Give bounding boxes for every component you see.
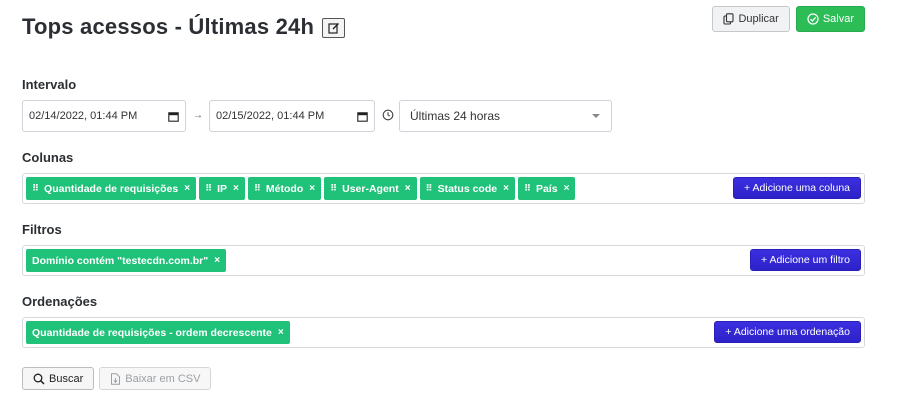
drag-handle-icon[interactable]: ⠿ xyxy=(426,183,433,194)
columns-chips: ⠿ Quantidade de requisições × ⠿ IP × ⠿ M… xyxy=(26,177,576,200)
clock-icon xyxy=(382,109,394,121)
chip-label: Status code xyxy=(437,182,498,195)
orderings-box: Quantidade de requisições - ordem decres… xyxy=(22,317,865,348)
add-column-button[interactable]: + Adicione uma coluna xyxy=(733,177,861,199)
drag-handle-icon[interactable]: ⠿ xyxy=(524,183,531,194)
chip-label: User-Agent xyxy=(342,182,399,195)
end-date-input[interactable]: 02/15/2022, 01:44 PM xyxy=(209,100,375,132)
duplicate-label: Duplicar xyxy=(738,13,779,25)
column-chip[interactable]: ⠿ User-Agent × xyxy=(324,177,417,200)
column-chip[interactable]: ⠿ Método × xyxy=(247,177,322,200)
top-actions: Duplicar Salvar xyxy=(712,6,865,32)
start-date-input[interactable]: 02/14/2022, 01:44 PM xyxy=(22,100,186,132)
page-title: Tops acessos - Últimas 24h xyxy=(22,14,315,39)
remove-icon[interactable]: × xyxy=(405,183,411,194)
chip-label: Quantidade de requisições - ordem decres… xyxy=(32,326,272,339)
column-chip[interactable]: ⠿ Quantidade de requisições × xyxy=(26,177,197,200)
copy-icon xyxy=(723,13,735,25)
orderings-chips: Quantidade de requisições - ordem decres… xyxy=(26,321,290,344)
chip-label: Método xyxy=(265,182,304,195)
edit-icon xyxy=(328,23,339,34)
download-csv-button[interactable]: Baixar em CSV xyxy=(99,367,212,390)
remove-icon[interactable]: × xyxy=(214,255,220,266)
chip-label: Quantidade de requisições xyxy=(44,182,179,195)
chip-label: País xyxy=(535,182,558,195)
remove-icon[interactable]: × xyxy=(278,327,284,338)
check-circle-icon xyxy=(807,13,819,25)
remove-icon[interactable]: × xyxy=(233,183,239,194)
remove-icon[interactable]: × xyxy=(564,183,570,194)
drag-handle-icon[interactable]: ⠿ xyxy=(32,183,39,194)
add-ordering-button[interactable]: + Adicione uma ordenação xyxy=(714,321,861,343)
remove-icon[interactable]: × xyxy=(309,183,315,194)
edit-title-button[interactable] xyxy=(322,18,346,38)
filters-label: Filtros xyxy=(22,222,62,237)
start-date-value: 02/14/2022, 01:44 PM xyxy=(29,110,138,122)
column-chip[interactable]: ⠿ País × xyxy=(517,177,576,200)
chip-label: IP xyxy=(217,182,228,195)
end-date-value: 02/15/2022, 01:44 PM xyxy=(216,110,325,122)
search-label: Buscar xyxy=(49,372,84,385)
filters-box: Domínio contém "testecdn.com.br" × + Adi… xyxy=(22,245,865,276)
remove-icon[interactable]: × xyxy=(503,183,509,194)
download-csv-label: Baixar em CSV xyxy=(125,372,201,385)
calendar-icon[interactable] xyxy=(168,111,179,122)
range-select[interactable]: Últimas 24 horas xyxy=(399,100,612,132)
search-button[interactable]: Buscar xyxy=(22,367,95,390)
drag-handle-icon[interactable]: ⠿ xyxy=(205,183,212,194)
columns-label: Colunas xyxy=(22,150,74,165)
calendar-icon[interactable] xyxy=(357,111,368,122)
range-arrow: → xyxy=(193,110,203,121)
duplicate-button[interactable]: Duplicar xyxy=(712,6,790,32)
filter-chip[interactable]: Domínio contém "testecdn.com.br" × xyxy=(26,249,227,272)
remove-icon[interactable]: × xyxy=(184,183,190,194)
column-chip[interactable]: ⠿ Status code × xyxy=(419,177,515,200)
title-row: Tops acessos - Últimas 24h xyxy=(22,14,346,40)
filters-chips: Domínio contém "testecdn.com.br" × xyxy=(26,249,227,272)
range-select-value: Últimas 24 horas xyxy=(410,109,501,123)
save-label: Salvar xyxy=(822,13,854,25)
chip-label: Domínio contém "testecdn.com.br" xyxy=(32,254,209,267)
columns-box: ⠿ Quantidade de requisições × ⠿ IP × ⠿ M… xyxy=(22,173,865,204)
caret-down-icon xyxy=(592,114,600,118)
column-chip[interactable]: ⠿ IP × xyxy=(199,177,245,200)
file-download-icon xyxy=(111,372,121,385)
search-icon xyxy=(33,373,45,385)
add-filter-button[interactable]: + Adicione um filtro xyxy=(749,249,861,271)
ordering-chip[interactable]: Quantidade de requisições - ordem decres… xyxy=(26,321,290,344)
bottom-actions: Buscar Baixar em CSV xyxy=(22,367,212,390)
drag-handle-icon[interactable]: ⠿ xyxy=(254,183,261,194)
save-button[interactable]: Salvar xyxy=(795,6,865,32)
drag-handle-icon[interactable]: ⠿ xyxy=(330,183,337,194)
orderings-label: Ordenações xyxy=(22,294,98,309)
interval-label: Intervalo xyxy=(22,77,77,92)
